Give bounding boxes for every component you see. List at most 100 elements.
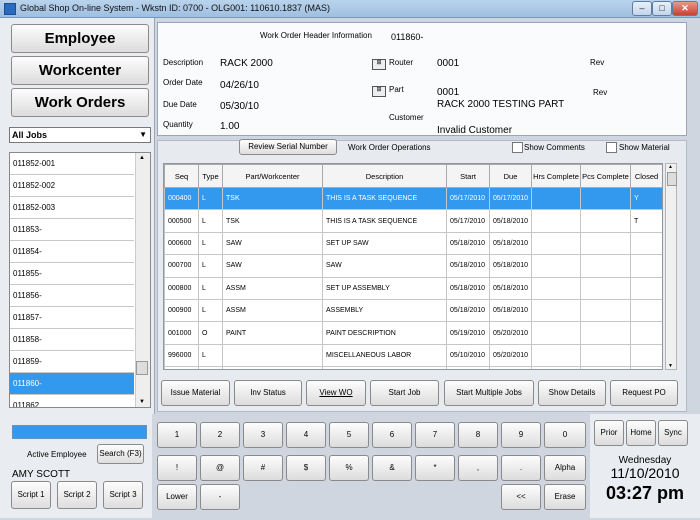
keypad-key[interactable]: 7 xyxy=(415,422,455,448)
column-header[interactable]: Description xyxy=(322,164,447,188)
job-list-item[interactable]: 011852-003 xyxy=(10,197,134,219)
job-list-item[interactable]: 011855- xyxy=(10,263,134,285)
column-header[interactable]: Part/Workcenter xyxy=(222,164,323,188)
lower-key[interactable]: Lower xyxy=(157,484,197,510)
script-1-button[interactable]: Script 1 xyxy=(11,481,51,509)
erase-key[interactable]: Erase xyxy=(544,484,586,510)
job-list-item[interactable]: 011852-002 xyxy=(10,175,134,197)
prior-button[interactable]: Prior xyxy=(594,420,624,446)
table-cell xyxy=(531,254,581,278)
employee-button[interactable]: Employee xyxy=(11,24,149,53)
keypad-key[interactable]: Alpha xyxy=(544,455,586,481)
column-header[interactable]: Start xyxy=(446,164,490,188)
job-list[interactable]: 011852-001 011852-002 011852-003 011853- 011… xyxy=(9,152,151,408)
column-header[interactable]: Seq xyxy=(164,164,199,188)
table-row[interactable]: 000800 L ASSM SET UP ASSEMBLY 05/18/2010 05/1… xyxy=(164,276,662,300)
review-serial-button[interactable]: Review Serial Number xyxy=(239,139,337,155)
show-details-button[interactable]: Show Details xyxy=(538,380,606,406)
job-list-item[interactable]: 011862 xyxy=(10,395,134,407)
job-list-item[interactable]: 011857- xyxy=(10,307,134,329)
keypad-key[interactable]: @ xyxy=(200,455,240,481)
part-lookup-icon[interactable]: ⊞ xyxy=(372,86,386,97)
keypad-key[interactable]: 1 xyxy=(157,422,197,448)
table-row[interactable]: 000500 L TSK THIS IS A TASK SEQUENCE 05/17/2… xyxy=(164,209,662,233)
show-material-checkbox[interactable] xyxy=(606,142,617,153)
scroll-up-icon[interactable]: ▲ xyxy=(668,164,673,170)
scroll-down-icon[interactable]: ▼ xyxy=(139,399,145,405)
table-row[interactable]: 997000L MISCELLANEOUS OUTSIDE05/10/201005… xyxy=(164,366,662,369)
job-list-item[interactable]: 011853- xyxy=(10,219,134,241)
keypad-key[interactable]: 6 xyxy=(372,422,412,448)
job-list-item[interactable]: 011860- xyxy=(10,373,134,395)
job-list-scroll-thumb[interactable] xyxy=(136,361,148,375)
grid-scrollbar[interactable]: ▲ ▼ xyxy=(665,163,677,370)
keypad-key[interactable]: & xyxy=(372,455,412,481)
show-comments-label: Show Comments xyxy=(524,143,585,152)
keypad-key[interactable]: 3 xyxy=(243,422,283,448)
column-header[interactable]: Pcs Complete xyxy=(580,164,631,188)
sync-button[interactable]: Sync xyxy=(658,420,688,446)
keypad-key[interactable]: 0 xyxy=(544,422,586,448)
backspace-key[interactable]: << xyxy=(501,484,541,510)
table-row[interactable]: 000700 L SAW SAW 05/18/2010 05/18/2010 xyxy=(164,254,662,278)
active-employee-label: Active Employee xyxy=(27,450,87,459)
column-header[interactable]: Closed xyxy=(630,164,662,188)
grid-scroll-thumb[interactable] xyxy=(667,172,677,186)
maximize-button[interactable]: □ xyxy=(652,1,672,16)
view-wo-button[interactable]: View WO xyxy=(306,380,366,406)
workcenter-button[interactable]: Workcenter xyxy=(11,56,149,85)
job-list-item[interactable]: 011854- xyxy=(10,241,134,263)
minimize-button[interactable]: – xyxy=(632,1,652,16)
keypad-key[interactable]: 5 xyxy=(329,422,369,448)
table-row[interactable]: 000400 L TSK THIS IS A TASK SEQUENCE 05/17/2… xyxy=(164,186,662,211)
script-2-button[interactable]: Script 2 xyxy=(57,481,97,509)
keypad-key[interactable]: 8 xyxy=(458,422,498,448)
start-multiple-jobs-button[interactable]: Start Multiple Jobs xyxy=(444,380,534,406)
script-3-button[interactable]: Script 3 xyxy=(103,481,143,509)
scroll-up-icon[interactable]: ▲ xyxy=(139,155,145,161)
table-row[interactable]: 000600 L SAW SET UP SAW 05/18/2010 05/18/2010 xyxy=(164,231,662,256)
request-po-button[interactable]: Request PO xyxy=(610,380,678,406)
job-list-item[interactable]: 011856- xyxy=(10,285,134,307)
job-filter-select[interactable]: All Jobs ▼ xyxy=(9,127,151,143)
column-header[interactable]: Due xyxy=(489,164,532,188)
table-cell: 05/20/2010 xyxy=(489,321,532,345)
active-employee-field[interactable] xyxy=(12,425,147,439)
start-job-button[interactable]: Start Job xyxy=(370,380,439,406)
keypad-key[interactable]: 4 xyxy=(286,422,326,448)
job-list-item[interactable]: 011859- xyxy=(10,351,134,373)
keypad-key[interactable]: . xyxy=(501,455,541,481)
keypad-key[interactable]: % xyxy=(329,455,369,481)
show-comments-checkbox[interactable] xyxy=(512,142,523,153)
keypad-key[interactable]: $ xyxy=(286,455,326,481)
inv-status-button[interactable]: Inv Status xyxy=(234,380,302,406)
job-list-scrollbar[interactable]: ▲ ▼ xyxy=(135,153,150,407)
table-row[interactable]: 000900 L ASSM ASSEMBLY 05/18/2010 05/18/2010 xyxy=(164,298,662,323)
header-section-title: Work Order Header Information xyxy=(260,31,372,40)
table-cell xyxy=(531,186,581,211)
job-list-item[interactable]: 011858- xyxy=(10,329,134,351)
search-employee-button[interactable]: Search (F3) xyxy=(97,444,144,464)
dash-key[interactable]: - xyxy=(200,484,240,510)
table-row[interactable]: 001000 O PAINT PAINT DESCRIPTION 05/19/2010 0… xyxy=(164,321,662,345)
keypad-key[interactable]: ! xyxy=(157,455,197,481)
job-list-item[interactable]: 011852-001 xyxy=(10,153,134,175)
close-button[interactable]: ✕ xyxy=(672,1,698,16)
keypad-key[interactable]: 9 xyxy=(501,422,541,448)
keypad-key[interactable]: * xyxy=(415,455,455,481)
table-row[interactable]: 996000 L MISCELLANEOUS LABOR 05/10/2010 05/2… xyxy=(164,343,662,368)
table-cell: L xyxy=(198,366,223,369)
operations-grid[interactable]: Seq Type Part/Workcenter Description Start Du… xyxy=(163,163,663,370)
table-cell xyxy=(531,298,581,323)
keypad-key[interactable]: # xyxy=(243,455,283,481)
work-orders-button[interactable]: Work Orders xyxy=(11,88,149,117)
column-header[interactable]: Type xyxy=(198,164,223,188)
router-lookup-icon[interactable]: ⊞ xyxy=(372,59,386,70)
home-button[interactable]: Home xyxy=(626,420,656,446)
issue-material-button[interactable]: Issue Material xyxy=(161,380,230,406)
table-cell: THIS IS A TASK SEQUENCE xyxy=(322,209,447,233)
column-header[interactable]: Hrs Complete xyxy=(531,164,581,188)
scroll-down-icon[interactable]: ▼ xyxy=(668,363,673,369)
keypad-key[interactable]: , xyxy=(458,455,498,481)
keypad-key[interactable]: 2 xyxy=(200,422,240,448)
